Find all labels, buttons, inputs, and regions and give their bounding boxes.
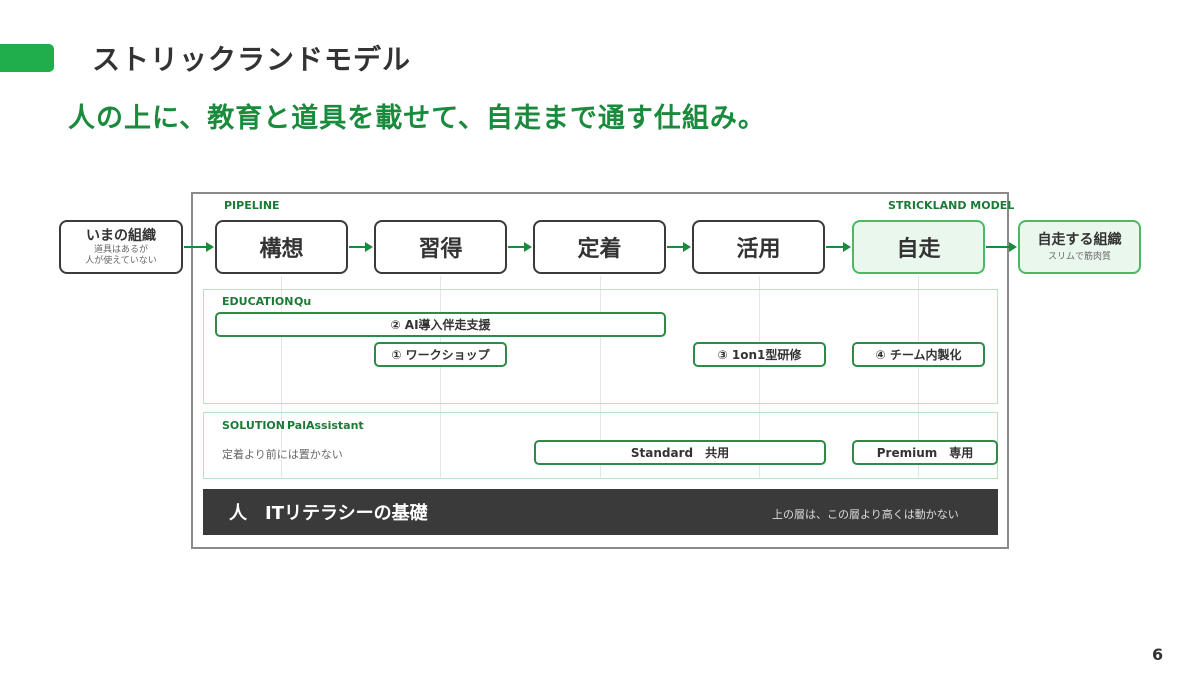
arrow-start-to-concept [184,242,214,252]
arrow-utilization-to-self-driving [826,242,851,252]
subtitle: 人の上に、教育と道具を載せて、自走まで通す仕組み。 [68,103,766,134]
solution-premium: Premium 専用 [852,440,998,465]
stage-utilization: 活用 [692,220,825,274]
solution-product: PalAssistant [287,419,364,432]
solution-note: 定着より前には置かない [222,448,343,461]
base-layer-label: 人 ITリテラシーの基礎 [229,503,428,524]
education-workshop: ① ワークショップ [374,342,507,367]
education-label: EDUCATION [222,295,294,308]
stage-self-driving: 自走 [852,220,985,274]
start-node-sub-line2: 人が使えていない [85,255,157,266]
arrow-learning-to-adoption [508,242,532,252]
end-node-sub: スリムで筋肉質 [1047,251,1111,262]
start-node-sub-line1: 道具はあるが [93,244,148,255]
end-node-title: 自走する組織 [1037,231,1122,248]
accent-bar [0,44,54,72]
stage-learning: 習得 [374,220,507,274]
stage-concept: 構想 [215,220,348,274]
solution-standard: Standard 共用 [534,440,826,465]
education-team-internalization: ④ チーム内製化 [852,342,985,367]
arrow-self-driving-to-end [986,242,1017,252]
solution-label: SOLUTION [222,419,285,432]
arrow-adoption-to-utilization [667,242,691,252]
base-layer-note: 上の層は、この層より高くは動かない [772,508,959,521]
start-node-title: いまの組織 [86,227,156,244]
model-tag: STRICKLAND MODEL [888,199,1015,212]
arrow-concept-to-learning [349,242,373,252]
education-1on1-training: ③ 1on1型研修 [693,342,826,367]
page-number: 6 [1152,645,1164,664]
page-title: ストリックランドモデル [92,43,412,76]
pipeline-tag: PIPELINE [224,199,280,212]
start-node-current-org: いまの組織 道具はあるが 人が使えていない [59,220,183,274]
end-node-self-driving-org: 自走する組織 スリムで筋肉質 [1018,220,1141,274]
education-product: Qu [294,295,312,308]
stage-adoption: 定着 [533,220,666,274]
education-ai-support: ② AI導入伴走支援 [215,312,666,337]
